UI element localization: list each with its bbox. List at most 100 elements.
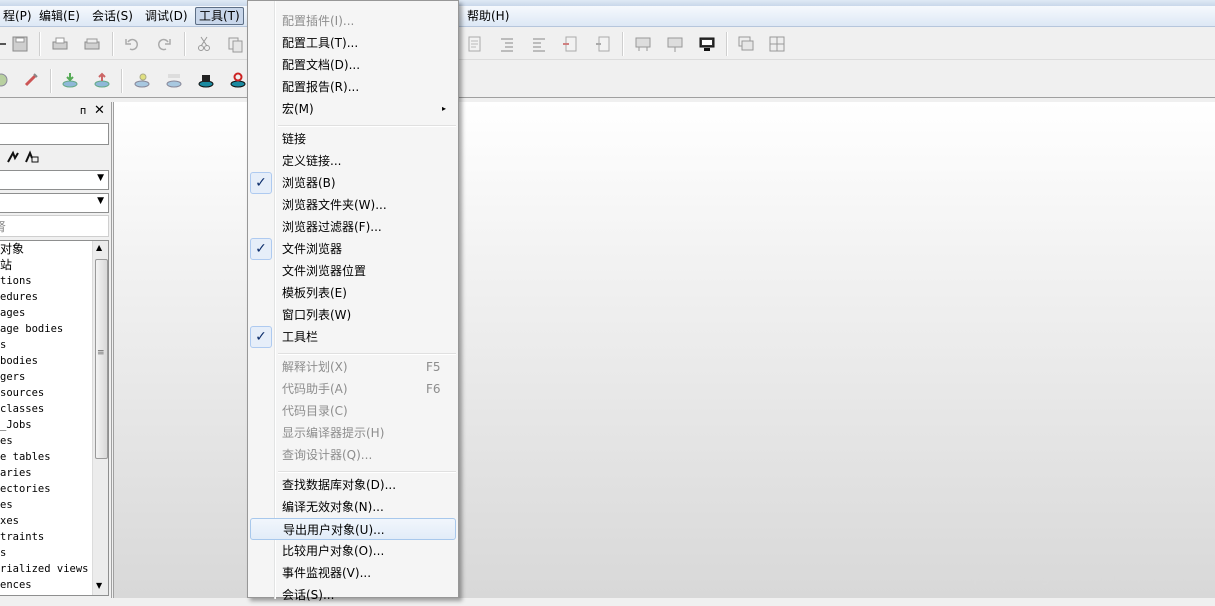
- menu-item[interactable]: 配置工具(T)...: [250, 32, 456, 54]
- print-preview-icon[interactable]: [83, 35, 101, 53]
- menu-item[interactable]: 代码目录(C): [250, 400, 456, 422]
- menu-item-label: 宏(M): [282, 102, 314, 116]
- chevron-down-icon: ▼: [97, 196, 104, 206]
- scrollbar-thumb[interactable]: ≡: [95, 259, 108, 459]
- menu-item-label: 查找数据库对象(D)...: [282, 478, 397, 492]
- menu-item[interactable]: 宏(M) ▸: [250, 98, 456, 120]
- menu-item-label: 解释计划(X): [282, 360, 348, 374]
- pin-icon[interactable]: ᴨ: [80, 104, 86, 117]
- menu-item[interactable]: 配置插件(I)...: [250, 10, 456, 32]
- menu-item-label: 配置文档(D)...: [282, 58, 361, 72]
- menu-item[interactable]: 文件浏览器位置: [250, 260, 456, 282]
- menu-debug[interactable]: 调试(D): [142, 8, 191, 24]
- tile-icon[interactable]: [768, 35, 786, 53]
- menu-item-label: 编译无效对象(N)...: [282, 500, 384, 514]
- object-browser-panel: ᴨ ✕ ▼ ▼ 肾 对象站 tions edures ages age bodies s …: [0, 102, 112, 598]
- menu-item-label: 事件监视器(V)...: [282, 566, 372, 580]
- menu-item[interactable]: 配置报告(R)...: [250, 76, 456, 98]
- undo-icon[interactable]: [123, 35, 141, 53]
- toolbar-separator: [726, 32, 728, 56]
- psql-icon[interactable]: [165, 71, 183, 89]
- scroll-up-icon[interactable]: ▲: [96, 243, 102, 252]
- menu-item[interactable]: ✓ 浏览器(B): [250, 172, 456, 194]
- monitor-icon[interactable]: [698, 35, 716, 53]
- menu-item[interactable]: 查找数据库对象(D)...: [250, 474, 456, 496]
- close-icon[interactable]: ✕: [94, 103, 105, 118]
- menu-item[interactable]: 定义链接...: [250, 150, 456, 172]
- checkmark-icon: ✓: [250, 238, 272, 260]
- menu-item-shortcut: F6: [426, 382, 441, 396]
- copy-icon[interactable]: [226, 35, 244, 53]
- menu-item[interactable]: 会话(S)...: [250, 584, 456, 606]
- tree-scrollbar[interactable]: ▲ ≡ ▼: [92, 241, 108, 595]
- indent-icon[interactable]: [466, 35, 484, 53]
- menu-item[interactable]: 查询设计器(Q)...: [250, 444, 456, 466]
- explain-icon[interactable]: [634, 35, 652, 53]
- connect-icon[interactable]: [0, 71, 10, 89]
- toolbar-separator: [39, 32, 41, 56]
- menu-item-label: 会话(S)...: [282, 588, 335, 602]
- toolbar-separator: [622, 32, 624, 56]
- menu-item[interactable]: 浏览器过滤器(F)...: [250, 216, 456, 238]
- menu-bar: 程(P) 编辑(E) 会话(S) 调试(D) 工具(T) 帮助(H): [0, 6, 1215, 27]
- uncomment-icon[interactable]: [594, 35, 612, 53]
- filter-icon[interactable]: [6, 150, 24, 164]
- filter-dropdown[interactable]: ▼: [0, 170, 109, 190]
- menu-item[interactable]: 显示编译器提示(H): [250, 422, 456, 444]
- menu-edit[interactable]: 编辑(E): [36, 8, 83, 24]
- menu-item-label: 比较用户对象(O)...: [282, 544, 385, 558]
- debug-icon[interactable]: [666, 35, 684, 53]
- menu-separator: [278, 353, 456, 355]
- menu-item-label: 窗口列表(W): [282, 308, 352, 322]
- menu-item[interactable]: 链接: [250, 128, 456, 150]
- menu-item[interactable]: 解释计划(X) F5: [250, 356, 456, 378]
- toolbar-separator: [184, 32, 186, 56]
- print-icon[interactable]: [51, 35, 69, 53]
- checkmark-icon: ✓: [250, 326, 272, 348]
- menu-item-label: 导出用户对象(U)...: [283, 523, 385, 537]
- db-refresh-icon[interactable]: [229, 71, 247, 89]
- chevron-down-icon: ▼: [97, 173, 104, 183]
- toolbar-separator: [112, 32, 114, 56]
- scroll-down-icon[interactable]: ▼: [96, 581, 102, 590]
- object-tree[interactable]: 对象站 tions edures ages age bodies s bodies gers…: [0, 240, 109, 596]
- db-icon[interactable]: [197, 71, 215, 89]
- menu-help[interactable]: 帮助(H): [464, 8, 512, 24]
- user-selector[interactable]: [0, 123, 109, 145]
- menu-session[interactable]: 会话(S): [89, 8, 136, 24]
- menu-item[interactable]: 编译无效对象(N)...: [250, 496, 456, 518]
- object-type-dropdown[interactable]: ▼: [0, 193, 109, 213]
- filter-edit-icon[interactable]: [24, 150, 40, 164]
- menu-item[interactable]: 事件监视器(V)...: [250, 562, 456, 584]
- save-icon[interactable]: [11, 35, 29, 53]
- menu-item[interactable]: 代码助手(A) F6: [250, 378, 456, 400]
- menu-item-label: 链接: [282, 132, 307, 146]
- menu-tools[interactable]: 工具(T): [195, 7, 244, 25]
- plug-icon[interactable]: [22, 71, 40, 89]
- cut-icon[interactable]: [195, 35, 213, 53]
- menu-item-label: 文件浏览器位置: [282, 264, 367, 278]
- menu-item[interactable]: 导出用户对象(U)...: [250, 518, 456, 540]
- menu-program[interactable]: 程(P): [0, 8, 35, 24]
- menu-item-label: 浏览器过滤器(F)...: [282, 220, 382, 234]
- menu-item[interactable]: 比较用户对象(O)...: [250, 540, 456, 562]
- menu-item[interactable]: ✓ 文件浏览器: [250, 238, 456, 260]
- commit-icon[interactable]: [61, 71, 79, 89]
- checkmark-icon: ✓: [250, 172, 272, 194]
- menu-item[interactable]: ✓ 工具栏: [250, 326, 456, 348]
- align-left-icon[interactable]: [498, 35, 516, 53]
- find-input[interactable]: 肾: [0, 215, 109, 237]
- menu-item[interactable]: 配置文档(D)...: [250, 54, 456, 76]
- menu-item-label: 查询设计器(Q)...: [282, 448, 373, 462]
- menu-item[interactable]: 浏览器文件夹(W)...: [250, 194, 456, 216]
- sql-icon[interactable]: [133, 71, 151, 89]
- comment-icon[interactable]: [562, 35, 580, 53]
- redo-icon[interactable]: [155, 35, 173, 53]
- menu-item[interactable]: 窗口列表(W): [250, 304, 456, 326]
- menu-item[interactable]: 模板列表(E): [250, 282, 456, 304]
- window-icon[interactable]: [737, 35, 755, 53]
- watermark-text: http://blog.csdn.net/bzuld: [944, 566, 1195, 585]
- rollback-icon[interactable]: [93, 71, 111, 89]
- align-right-icon[interactable]: [530, 35, 548, 53]
- toolbar-separator: [121, 69, 123, 93]
